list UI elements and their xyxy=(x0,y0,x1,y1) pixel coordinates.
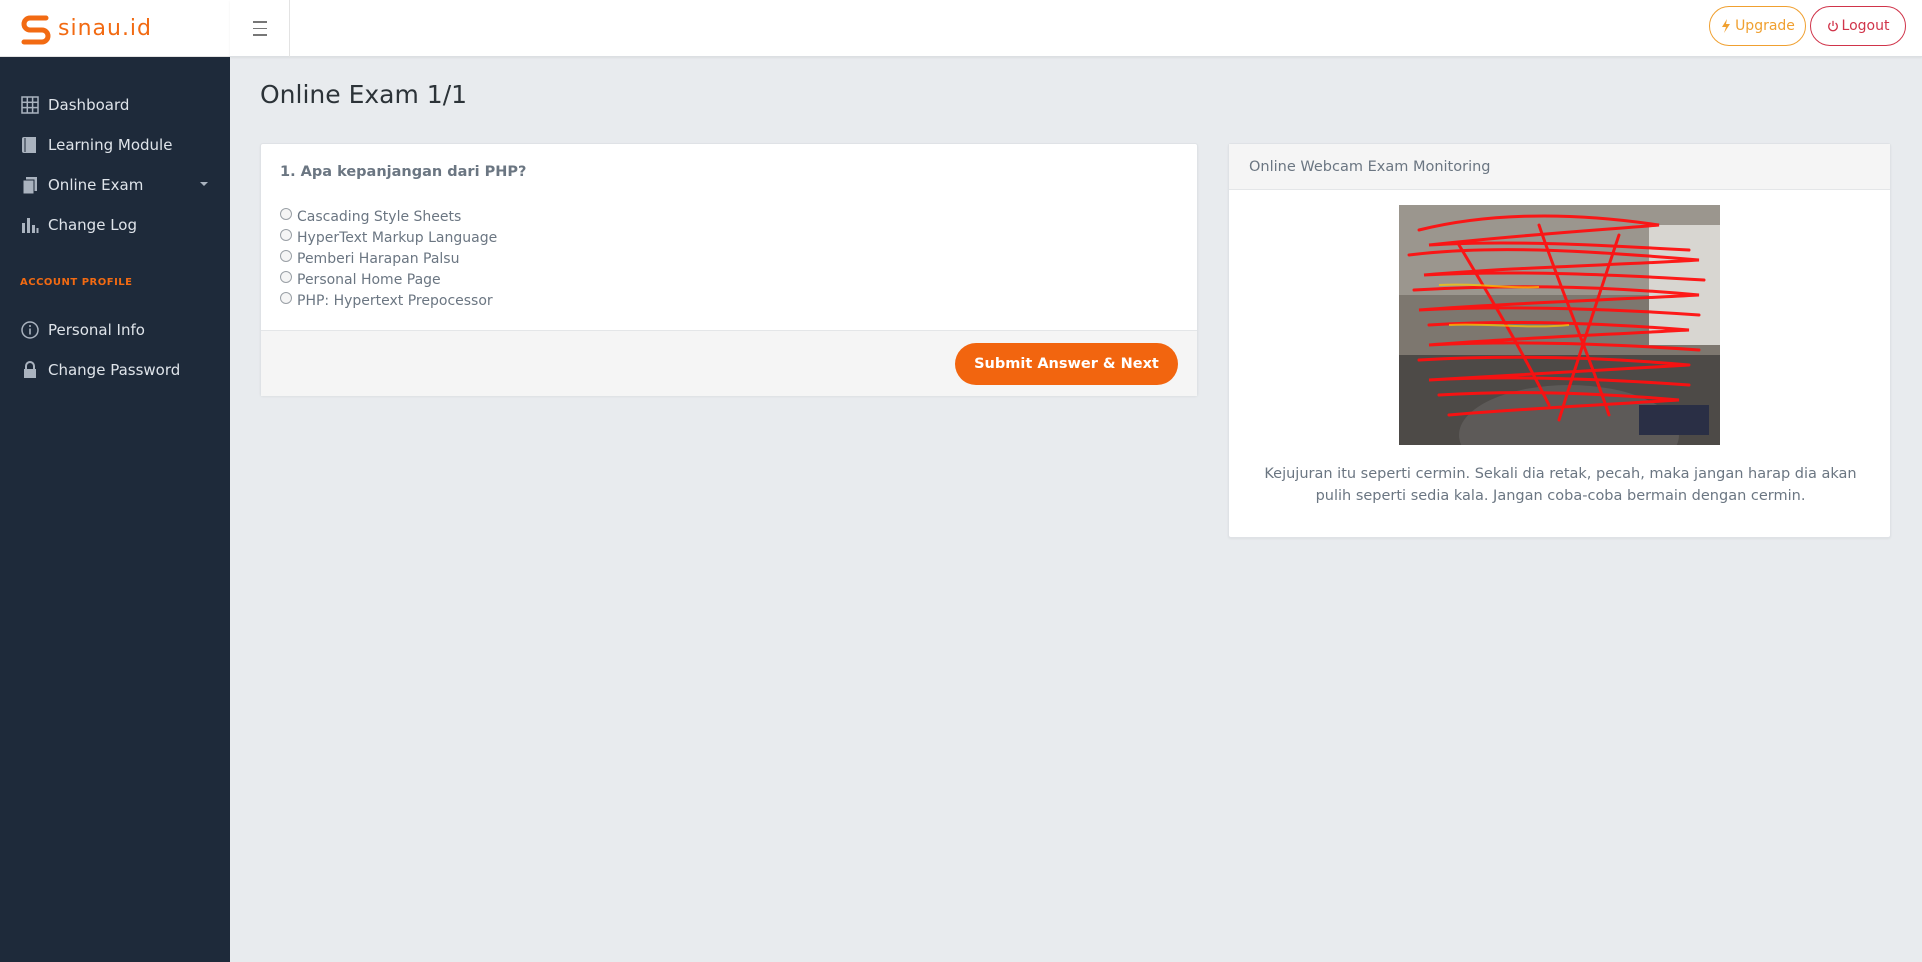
radio-button[interactable] xyxy=(280,250,292,262)
sidebar-nav: Dashboard Learning Module Online Exam Ch… xyxy=(0,57,230,390)
logo[interactable]: sinau.id xyxy=(0,0,230,57)
power-icon xyxy=(1827,20,1838,32)
lightning-icon xyxy=(1722,19,1731,33)
sidebar-item-learning-module[interactable]: Learning Module xyxy=(0,125,230,165)
top-header xyxy=(230,0,1922,57)
logout-button[interactable]: Logout xyxy=(1810,6,1906,46)
webcam-quote: Kejujuran itu seperti cermin. Sekali dia… xyxy=(1264,466,1857,504)
radio-button[interactable] xyxy=(280,208,292,220)
book-icon xyxy=(22,137,36,153)
option-label: HyperText Markup Language xyxy=(297,229,498,246)
info-icon xyxy=(21,321,39,339)
answer-option[interactable]: PHP: Hypertext Prepocessor xyxy=(280,290,497,311)
bar-chart-icon xyxy=(22,218,39,233)
answer-option[interactable]: Cascading Style Sheets xyxy=(280,206,497,227)
upgrade-label: Upgrade xyxy=(1735,18,1795,34)
option-label: Cascading Style Sheets xyxy=(297,208,462,225)
menu-toggle-button[interactable] xyxy=(230,0,290,57)
webcam-card-title: Online Webcam Exam Monitoring xyxy=(1229,144,1890,190)
sidebar-item-change-password[interactable]: Change Password xyxy=(0,350,230,390)
exam-card-footer: Submit Answer & Next xyxy=(261,330,1197,396)
section-account-profile: ACCOUNT PROFILE xyxy=(20,277,133,288)
question-text: 1. Apa kepanjangan dari PHP? xyxy=(280,164,527,180)
sidebar-item-online-exam[interactable]: Online Exam xyxy=(0,165,230,205)
page-title: Online Exam 1/1 xyxy=(260,80,468,109)
hamburger-icon xyxy=(252,19,267,39)
chevron-down-icon xyxy=(200,182,208,186)
sidebar-item-label: Change Password xyxy=(48,361,181,379)
answer-option[interactable]: HyperText Markup Language xyxy=(280,227,497,248)
submit-answer-button[interactable]: Submit Answer & Next xyxy=(955,343,1178,385)
webcam-feed-redacted-image xyxy=(1399,205,1720,445)
lock-icon xyxy=(24,361,36,378)
sidebar-item-label: Learning Module xyxy=(48,136,173,154)
sidebar: sinau.id Dashboard Learning Module Onlin… xyxy=(0,0,230,962)
sidebar-item-change-log[interactable]: Change Log xyxy=(0,205,230,245)
answer-option[interactable]: Pemberi Harapan Palsu xyxy=(280,248,497,269)
answer-options: Cascading Style Sheets HyperText Markup … xyxy=(280,206,497,311)
sidebar-item-label: Change Log xyxy=(48,216,137,234)
sidebar-item-label: Personal Info xyxy=(48,321,145,339)
answer-option[interactable]: Personal Home Page xyxy=(280,269,497,290)
logo-text: sinau.id xyxy=(58,15,153,41)
radio-button[interactable] xyxy=(280,229,292,241)
document-icon xyxy=(22,177,37,195)
logout-label: Logout xyxy=(1841,18,1890,34)
option-label: PHP: Hypertext Prepocessor xyxy=(297,292,493,309)
exam-card: 1. Apa kepanjangan dari PHP? Cascading S… xyxy=(260,143,1198,396)
sidebar-item-personal-info[interactable]: Personal Info xyxy=(0,310,230,350)
logo-icon xyxy=(21,15,51,45)
sidebar-item-label: Online Exam xyxy=(48,176,144,194)
webcam-feed xyxy=(1399,205,1720,445)
sidebar-item-dashboard[interactable]: Dashboard xyxy=(0,85,230,125)
grid-icon xyxy=(21,96,39,114)
upgrade-button[interactable]: Upgrade xyxy=(1709,6,1806,46)
option-label: Pemberi Harapan Palsu xyxy=(297,250,460,267)
option-label: Personal Home Page xyxy=(297,271,441,288)
radio-button[interactable] xyxy=(280,292,292,304)
sidebar-item-label: Dashboard xyxy=(48,96,130,114)
radio-button[interactable] xyxy=(280,271,292,283)
webcam-card: Online Webcam Exam Monitoring Kejujuran … xyxy=(1228,143,1891,538)
